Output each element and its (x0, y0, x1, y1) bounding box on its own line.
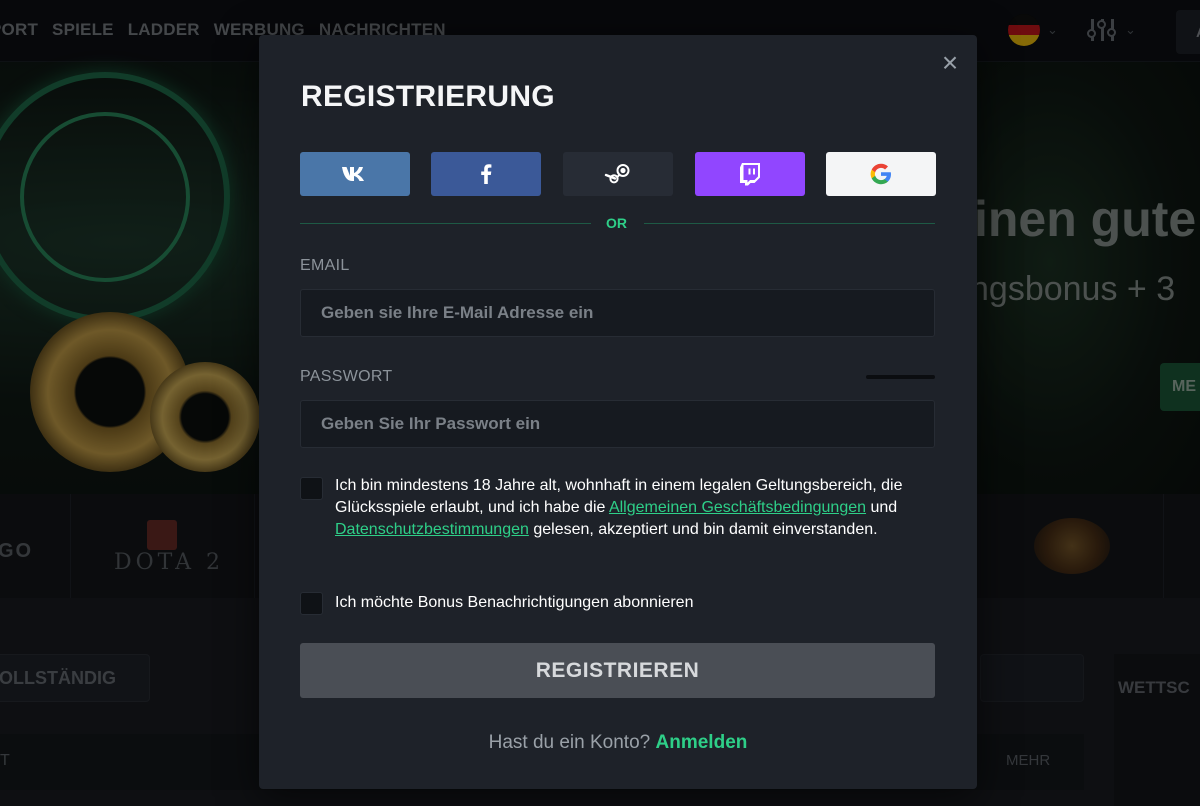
twitch-icon (740, 163, 760, 186)
terms-checkbox[interactable] (300, 477, 323, 500)
close-icon[interactable]: × (939, 49, 961, 77)
google-login-button[interactable] (826, 152, 936, 196)
email-field[interactable] (300, 289, 935, 337)
modal-title: REGISTRIERUNG (301, 80, 555, 113)
facebook-login-button[interactable] (431, 152, 541, 196)
login-prompt-text: Hast du ein Konto? (488, 732, 651, 753)
password-field[interactable] (300, 400, 935, 448)
password-strength-bar (866, 375, 935, 379)
registration-modal: × REGISTRIERUNG OR EMAIL Geben sie Ihre … (259, 35, 977, 789)
newsletter-label[interactable]: Ich möchte Bonus Benachrichtigungen abon… (335, 592, 693, 614)
terms-text-and: und (866, 499, 898, 516)
vk-login-button[interactable] (300, 152, 410, 196)
password-label: PASSWORT (300, 368, 393, 385)
twitch-login-button[interactable] (695, 152, 805, 196)
login-link[interactable]: Anmelden (656, 732, 748, 753)
email-label: EMAIL (300, 257, 350, 274)
newsletter-checkbox[interactable] (300, 592, 323, 615)
terms-of-service-link[interactable]: Allgemeinen Geschäftsbedingungen (609, 499, 866, 516)
register-button[interactable]: REGISTRIEREN (300, 643, 935, 698)
vk-icon (342, 167, 364, 181)
terms-text-after: gelesen, akzeptiert und bin damit einver… (528, 521, 878, 538)
divider-or-text: OR (606, 215, 627, 231)
steam-icon (604, 164, 630, 184)
divider-line-right (644, 223, 935, 224)
login-prompt: Hast du ein Konto? Anmelden (259, 732, 977, 754)
steam-login-button[interactable] (563, 152, 673, 196)
facebook-icon (481, 164, 492, 184)
divider-line-left (300, 223, 591, 224)
privacy-policy-link[interactable]: Datenschutzbestimmungen (335, 521, 529, 538)
terms-text: Ich bin mindestens 18 Jahre alt, wohnhaf… (335, 475, 935, 541)
google-icon (870, 163, 891, 185)
